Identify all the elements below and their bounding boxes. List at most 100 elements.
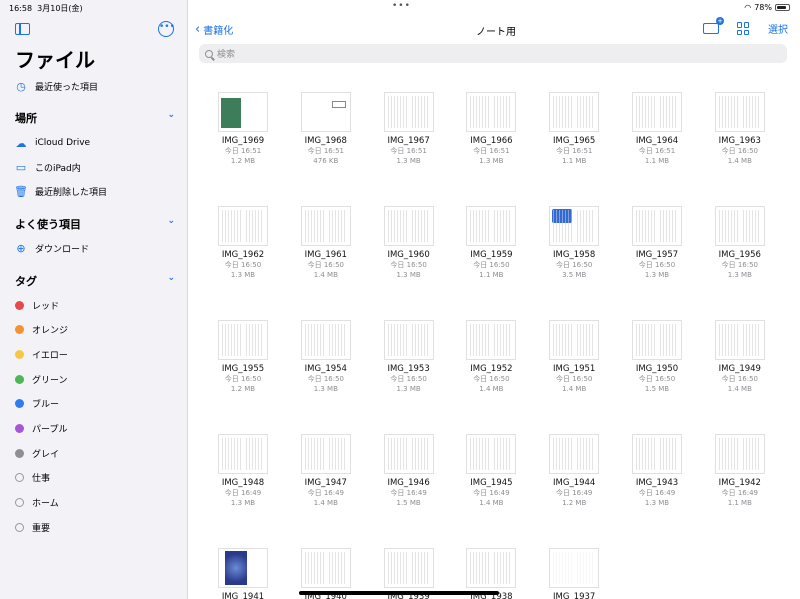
file-name: IMG_1946 — [387, 478, 430, 488]
sidebar-toggle-icon[interactable] — [15, 23, 30, 35]
file-item[interactable]: IMG_1954 今日 16:50 1.3 MB — [284, 320, 368, 394]
sidebar-item-recent[interactable]: ◷ 最近使った項目 — [15, 77, 98, 95]
sidebar-item-downloads[interactable]: ⊕ ダウンロード — [15, 239, 89, 257]
tag-color-icon — [15, 399, 24, 409]
file-grid: IMG_1969 今日 16:51 1.2 MB IMG_1968 今日 16:51 47… — [188, 0, 800, 599]
file-item[interactable]: IMG_1961 今日 16:50 1.4 MB — [284, 206, 368, 280]
file-size: 1.3 MB — [313, 385, 338, 393]
file-name: IMG_1967 — [387, 136, 430, 146]
file-item[interactable]: IMG_1946 今日 16:49 1.5 MB — [367, 434, 451, 508]
file-thumbnail — [466, 320, 517, 360]
file-size: 1.4 MB — [313, 271, 338, 279]
sidebar-tag-item[interactable]: ブルー — [15, 395, 59, 413]
tag-color-icon — [15, 374, 24, 384]
tag-color-icon — [15, 473, 24, 483]
sidebar-tag-item[interactable]: グレイ — [15, 444, 59, 462]
tag-color-icon — [15, 349, 24, 359]
file-item[interactable]: IMG_1960 今日 16:50 1.3 MB — [367, 206, 451, 280]
sidebar-tag-item[interactable]: グリーン — [15, 370, 68, 388]
file-thumbnail — [300, 320, 351, 360]
file-date: 今日 16:50 — [473, 375, 510, 383]
sidebar-tag-item[interactable]: ホーム — [15, 494, 59, 512]
file-item[interactable]: IMG_1968 今日 16:51 476 KB — [284, 92, 368, 166]
file-size: 1.1 MB — [727, 499, 752, 507]
file-thumbnail — [218, 92, 268, 132]
file-item[interactable]: IMG_1962 今日 16:50 1.3 MB — [201, 206, 285, 280]
file-item[interactable]: IMG_1949 今日 16:50 1.4 MB — [698, 320, 782, 394]
file-item[interactable]: IMG_1967 今日 16:51 1.3 MB — [367, 92, 451, 166]
tag-color-icon — [15, 448, 24, 458]
file-thumbnail — [300, 434, 351, 474]
file-name: IMG_1954 — [304, 364, 347, 374]
file-item[interactable]: IMG_1948 今日 16:49 1.3 MB — [201, 434, 285, 508]
file-date: 今日 16:50 — [307, 261, 344, 269]
tag-label: 仕事 — [32, 474, 51, 485]
file-item[interactable]: IMG_1956 今日 16:50 1.3 MB — [698, 206, 782, 280]
sidebar-item-icloud[interactable]: ☁ iCloud Drive — [15, 134, 91, 152]
file-size: 476 KB — [313, 157, 339, 165]
sidebar: ••• ファイル ◷ 最近使った項目 場所 ⌄ ☁ iCloud Drive ▭ … — [0, 0, 188, 599]
file-size: 1.3 MB — [727, 271, 752, 279]
file-item[interactable]: IMG_1966 今日 16:51 1.3 MB — [449, 92, 533, 166]
file-item[interactable]: IMG_1957 今日 16:50 1.3 MB — [615, 206, 699, 280]
file-name: IMG_1941 — [221, 592, 265, 599]
file-name: IMG_1948 — [221, 478, 265, 488]
file-date: 今日 16:50 — [555, 375, 593, 383]
clock-icon: ◷ — [16, 79, 26, 93]
file-item[interactable]: IMG_1952 今日 16:50 1.4 MB — [449, 320, 533, 394]
ipad-icon: ▭ — [15, 160, 27, 174]
tags-header[interactable]: タグ ⌄ — [15, 273, 175, 289]
sidebar-tag-item[interactable]: パープル — [15, 420, 67, 438]
favorites-header[interactable]: よく使う項目 ⌄ — [15, 216, 175, 232]
sidebar-title: ファイル — [15, 48, 95, 72]
more-options-icon[interactable]: ••• — [158, 21, 175, 37]
tag-label: イエロー — [32, 350, 68, 361]
file-name: IMG_1955 — [221, 364, 265, 374]
sidebar-tag-item[interactable]: イエロー — [15, 345, 68, 363]
file-date: 今日 16:50 — [555, 261, 593, 269]
file-name: IMG_1947 — [304, 478, 347, 488]
file-thumbnail — [549, 548, 600, 588]
file-item[interactable]: IMG_1944 今日 16:49 1.2 MB — [532, 434, 616, 508]
tag-color-icon — [15, 424, 24, 433]
file-item[interactable]: IMG_1953 今日 16:50 1.3 MB — [367, 320, 451, 394]
file-item[interactable]: IMG_1947 今日 16:49 1.4 MB — [284, 434, 368, 508]
file-item[interactable]: IMG_1963 今日 16:50 1.4 MB — [698, 92, 782, 166]
sidebar-tag-item[interactable]: レッド — [15, 296, 59, 314]
file-item[interactable]: IMG_1941 — [201, 548, 285, 599]
sidebar-tag-item[interactable]: オレンジ — [15, 321, 68, 339]
locations-header[interactable]: 場所 ⌄ — [15, 110, 175, 126]
file-item[interactable]: IMG_1955 今日 16:50 1.2 MB — [201, 320, 285, 394]
cloud-icon: ☁ — [15, 136, 27, 150]
file-name: IMG_1950 — [635, 364, 679, 374]
file-size: 1.1 MB — [479, 271, 504, 279]
file-item[interactable]: IMG_1943 今日 16:49 1.3 MB — [615, 434, 699, 508]
sidebar-tag-item[interactable]: 重要 — [15, 518, 50, 536]
battery-icon — [775, 4, 790, 11]
file-item[interactable]: IMG_1937 — [532, 548, 616, 599]
file-date: 今日 16:50 — [224, 261, 262, 269]
file-item[interactable]: IMG_1945 今日 16:49 1.4 MB — [449, 434, 533, 508]
file-date: 今日 16:51 — [555, 147, 593, 155]
file-item[interactable]: IMG_1951 今日 16:50 1.4 MB — [532, 320, 616, 394]
file-name: IMG_1945 — [470, 478, 513, 488]
sidebar-item-trash[interactable]: 🗑 最近削除した項目 — [14, 182, 107, 200]
file-item[interactable]: IMG_1950 今日 16:50 1.5 MB — [615, 320, 699, 394]
file-item[interactable]: IMG_1964 今日 16:51 1.1 MB — [615, 92, 699, 166]
file-date: 今日 16:49 — [390, 489, 427, 497]
file-size: 1.3 MB — [230, 499, 256, 507]
file-name: IMG_1949 — [718, 364, 761, 374]
sidebar-tag-item[interactable]: 仕事 — [15, 469, 50, 487]
file-thumbnail — [549, 92, 600, 132]
file-item[interactable]: IMG_1969 今日 16:51 1.2 MB — [201, 92, 285, 166]
file-item[interactable]: IMG_1965 今日 16:51 1.1 MB — [532, 92, 616, 166]
status-bar: 16:58 3月10日(金) ••• ◠ 78% — [0, 0, 800, 14]
file-item[interactable]: IMG_1942 今日 16:49 1.1 MB — [698, 434, 782, 508]
file-item[interactable]: IMG_1959 今日 16:50 1.1 MB — [449, 206, 533, 280]
file-item[interactable]: IMG_1958 今日 16:50 3.5 MB — [532, 206, 616, 280]
file-size: 1.3 MB — [479, 157, 504, 165]
file-date: 今日 16:49 — [638, 489, 676, 497]
sidebar-item-ipad[interactable]: ▭ このiPad内 — [15, 158, 81, 176]
file-date: 今日 16:51 — [390, 147, 427, 155]
multitasking-dots-icon[interactable]: ••• — [392, 1, 411, 11]
